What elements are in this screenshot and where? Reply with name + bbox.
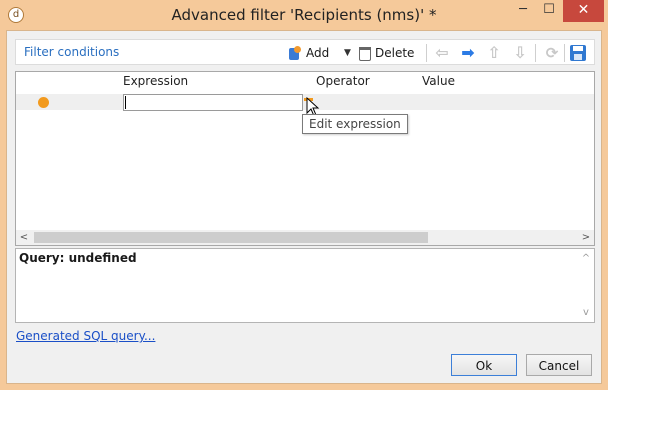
column-header-operator[interactable]: Operator xyxy=(316,74,370,88)
scrollbar-thumb[interactable] xyxy=(34,232,428,243)
generated-sql-link[interactable]: Generated SQL query... xyxy=(16,329,155,343)
conditions-grid: Expression Operator Value Edit expressio… xyxy=(15,71,595,246)
expression-input[interactable] xyxy=(123,94,303,111)
toolbar-separator xyxy=(426,44,427,62)
title-bar[interactable]: d Advanced filter 'Recipients (nms)' * ─… xyxy=(0,0,608,30)
minimize-button[interactable]: ─ xyxy=(510,0,536,22)
query-text: Query: undefined xyxy=(19,251,137,265)
row-status-dot xyxy=(38,97,49,108)
cancel-button[interactable]: Cancel xyxy=(526,354,592,376)
add-button[interactable]: Add xyxy=(288,43,329,63)
scroll-down-icon[interactable]: v xyxy=(578,305,594,320)
column-header-expression[interactable]: Expression xyxy=(123,74,188,88)
dialog-body: Filter conditions Add ▼ Delete ⇦ ➡ ⇧ ⇩ ⟳… xyxy=(6,30,602,384)
move-up-icon[interactable]: ⇧ xyxy=(484,43,504,63)
maximize-button[interactable]: ☐ xyxy=(536,0,562,22)
ok-button[interactable]: Ok xyxy=(451,354,517,376)
close-button[interactable]: ✕ xyxy=(563,0,604,22)
move-down-icon[interactable]: ⇩ xyxy=(510,43,530,63)
filter-toolbar: Filter conditions Add ▼ Delete ⇦ ➡ ⇧ ⇩ ⟳ xyxy=(15,39,595,65)
refresh-icon[interactable]: ⟳ xyxy=(542,43,562,63)
vertical-scrollbar[interactable]: ^ v xyxy=(577,249,594,322)
scroll-right-icon[interactable]: > xyxy=(578,230,594,245)
dialog-window: d Advanced filter 'Recipients (nms)' * ─… xyxy=(0,0,608,390)
edit-expression-tooltip: Edit expression xyxy=(302,114,408,134)
text-caret xyxy=(125,96,126,109)
add-condition-icon xyxy=(288,46,302,61)
add-button-label: Add xyxy=(306,46,330,60)
scroll-left-icon[interactable]: < xyxy=(16,230,32,245)
delete-button[interactable]: Delete xyxy=(359,43,414,63)
filter-conditions-label: Filter conditions xyxy=(24,45,120,59)
toolbar-separator xyxy=(535,44,536,62)
condition-row[interactable] xyxy=(16,94,594,117)
query-preview: Query: undefined ^ v xyxy=(15,248,595,323)
toolbar-separator xyxy=(564,44,565,62)
column-header-value[interactable]: Value xyxy=(422,74,455,88)
move-right-icon[interactable]: ➡ xyxy=(458,43,478,63)
horizontal-scrollbar[interactable]: < > xyxy=(16,230,594,245)
move-left-icon[interactable]: ⇦ xyxy=(432,43,452,63)
save-icon[interactable] xyxy=(570,45,586,61)
delete-button-label: Delete xyxy=(375,46,415,60)
scroll-up-icon[interactable]: ^ xyxy=(578,251,594,266)
add-dropdown-arrow[interactable]: ▼ xyxy=(344,43,351,63)
trash-icon xyxy=(359,46,371,61)
